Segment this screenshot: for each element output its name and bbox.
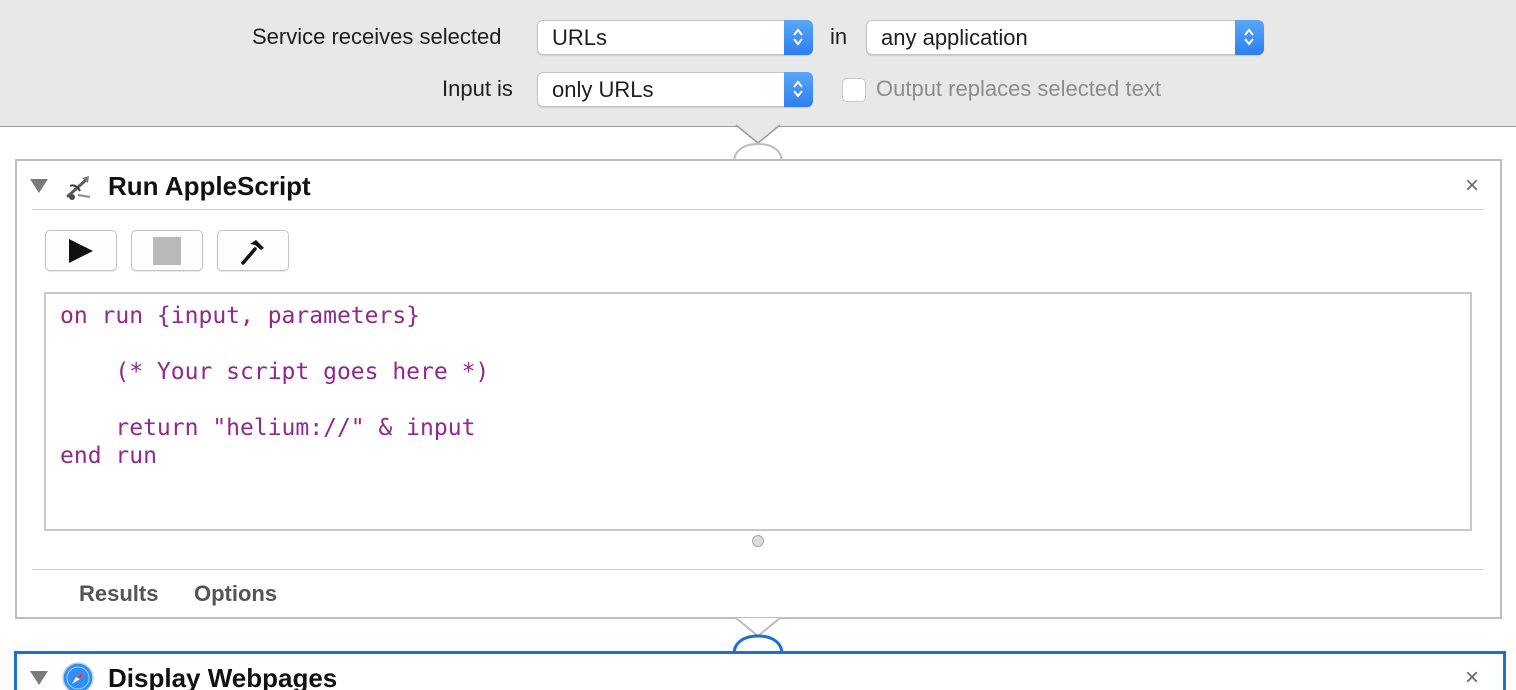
safari-compass-icon (62, 662, 94, 690)
input-type-value: only URLs (552, 77, 654, 102)
close-action-icon[interactable]: × (1465, 666, 1479, 690)
tab-results[interactable]: Results (79, 581, 158, 607)
workflow-connector (732, 617, 784, 655)
header-divider (32, 209, 1484, 210)
stop-icon (153, 236, 181, 265)
run-applescript-title: Run AppleScript (108, 171, 311, 201)
tabs-divider (32, 569, 1484, 570)
compile-icon (241, 239, 264, 265)
receives-type-popup[interactable]: URLs (537, 20, 813, 55)
editor-resize-handle[interactable] (752, 535, 764, 547)
stop-script-button[interactable] (131, 230, 203, 271)
popup-stepper-icon (784, 72, 813, 107)
in-label: in (830, 24, 848, 49)
application-value: any application (881, 25, 1028, 50)
service-settings-bar: Service receives selected URLs in any ap… (0, 0, 1516, 127)
disclosure-triangle-icon[interactable] (30, 671, 48, 685)
code-line: end run (60, 443, 157, 469)
receives-type-value: URLs (552, 25, 608, 50)
workflow-connector (733, 124, 783, 163)
application-popup[interactable]: any application (866, 20, 1264, 55)
input-type-popup[interactable]: only URLs (537, 72, 813, 107)
code-line: (* Your script goes here *) (60, 359, 490, 385)
disclosure-triangle-icon[interactable] (30, 179, 48, 193)
service-receives-label: Service receives selected (252, 24, 502, 49)
output-replaces-checkbox[interactable] (842, 78, 866, 102)
compile-script-button[interactable] (217, 230, 289, 271)
script-editor[interactable]: on run {input, parameters} (* Your scrip… (44, 292, 1472, 531)
close-action-icon[interactable]: × (1465, 174, 1479, 198)
input-is-label: Input is (442, 76, 513, 101)
code-line: return "helium://" & input (60, 415, 476, 441)
run-script-button[interactable] (45, 230, 117, 271)
output-replaces-label: Output replaces selected text (876, 76, 1161, 101)
tab-options[interactable]: Options (194, 581, 277, 607)
applescript-icon (66, 176, 91, 200)
popup-stepper-icon (784, 20, 813, 55)
display-webpages-title: Display Webpages (108, 663, 338, 690)
code-line: on run {input, parameters} (60, 303, 421, 329)
popup-stepper-icon (1235, 20, 1264, 55)
run-icon (69, 238, 93, 263)
